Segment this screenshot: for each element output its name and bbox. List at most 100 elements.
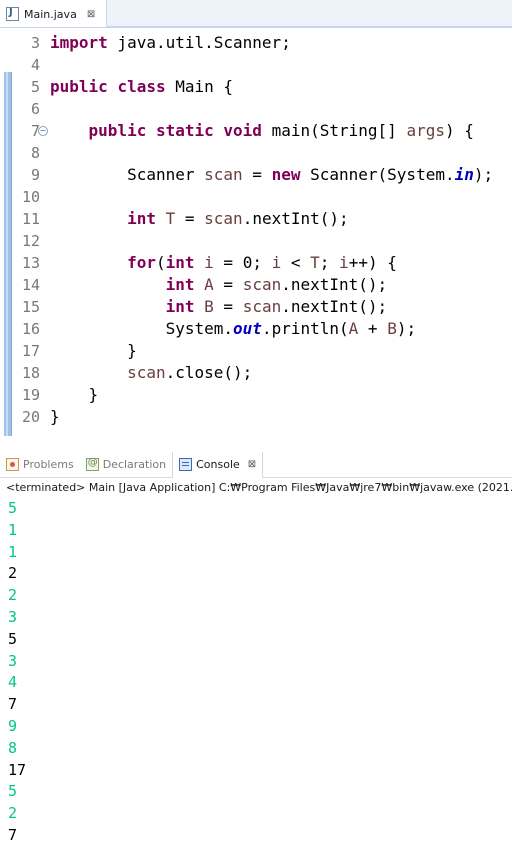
keyword-token: public — [50, 77, 108, 96]
console-output[interactable]: 5 1 1 2 2 3 5 3 4 7 9 8 17 5 2 7 — [0, 497, 512, 849]
code-line[interactable]: 4 — [0, 54, 512, 76]
code-line[interactable]: 3 import java.util.Scanner; — [0, 32, 512, 54]
line-number: 5 — [30, 78, 40, 96]
line-source: public class Main { — [50, 76, 233, 98]
code-line[interactable]: 14 int A = scan.nextInt(); — [0, 274, 512, 296]
code-line[interactable]: 17 } — [0, 340, 512, 362]
console-input-line: 8 — [8, 738, 18, 757]
line-number: 18 — [21, 364, 40, 382]
code-line[interactable]: 20} — [0, 406, 512, 428]
code-line[interactable]: 11 int T = scan.nextInt(); — [0, 208, 512, 230]
text-token: .close(); — [165, 363, 253, 382]
editor-tab-main-java[interactable]: Main.java ⊠ — [0, 0, 107, 28]
keyword-token: new — [271, 165, 301, 184]
tab-declaration[interactable]: Declaration — [80, 452, 172, 478]
text-token: = — [242, 165, 272, 184]
code-line[interactable]: 15 int B = scan.nextInt(); — [0, 296, 512, 318]
line-source: System.out.println(A + B); — [50, 318, 417, 340]
code-line[interactable]: 13 for(int i = 0; i < T; i++) { — [0, 252, 512, 274]
variable-token: B — [387, 319, 397, 338]
text-token: main(String[] — [261, 121, 407, 140]
code-line[interactable]: 5 public class Main { — [0, 76, 512, 98]
line-source: Scanner scan = new Scanner(System.in); — [50, 164, 493, 186]
code-line[interactable]: 12 — [0, 230, 512, 252]
line-source: for(int i = 0; i < T; i++) { — [50, 252, 397, 274]
text-token: .nextInt(); — [281, 275, 388, 294]
console-output-line: 7 — [8, 826, 18, 844]
console-status: <terminated> Main [Java Application] C:₩… — [6, 481, 512, 494]
tab-problems[interactable]: Problems — [0, 452, 80, 478]
tab-label: Console — [196, 458, 240, 471]
close-icon[interactable]: ⊠ — [248, 459, 256, 470]
line-number: 20 — [21, 408, 40, 426]
code-line[interactable]: 6 — [0, 98, 512, 120]
close-icon[interactable]: ⊠ — [87, 9, 95, 20]
variable-token: i — [271, 253, 282, 272]
console-input-line: 1 — [8, 542, 18, 561]
tab-label: Declaration — [102, 458, 167, 471]
tab-console[interactable]: Console ⊠ — [172, 451, 264, 478]
field-token: out — [233, 319, 262, 338]
text-token: < — [281, 253, 311, 272]
text-token: } — [50, 341, 137, 360]
line-number: 11 — [21, 210, 40, 228]
text-token: = — [213, 275, 243, 294]
line-number: 15 — [21, 298, 40, 316]
variable-token: scan — [242, 275, 282, 294]
tab-label: Problems — [23, 458, 74, 471]
variable-token: A — [348, 319, 359, 338]
text-token: java.util.Scanner; — [107, 33, 291, 52]
problems-icon — [6, 458, 19, 471]
line-number: 4 — [30, 56, 40, 74]
line-source: } — [50, 340, 137, 362]
code-line[interactable]: 10 — [0, 186, 512, 208]
code-line[interactable]: 9 Scanner scan = new Scanner(System.in); — [0, 164, 512, 186]
line-number: 7 — [30, 122, 40, 140]
text-token: = — [213, 297, 243, 316]
variable-token: scan — [204, 165, 243, 184]
console-input-line: 5 — [8, 782, 18, 801]
code-line[interactable]: 16 System.out.println(A + B); — [0, 318, 512, 340]
code-editor[interactable]: 3 import java.util.Scanner; 4 5 public class… — [0, 28, 512, 475]
code-line[interactable]: 18 scan.close(); — [0, 362, 512, 384]
declaration-icon — [85, 457, 99, 471]
console-input-line: 1 — [8, 520, 18, 539]
field-token: in — [454, 165, 474, 184]
line-number: 9 — [30, 166, 40, 184]
console-input-line: 3 — [8, 651, 18, 670]
code-line[interactable]: 8 — [0, 142, 512, 164]
text-token: = — [175, 209, 205, 228]
code-line[interactable]: 19 } — [0, 384, 512, 406]
variable-token: i — [339, 253, 349, 272]
variable-token: T — [310, 253, 320, 272]
console-input-line: 2 — [8, 804, 18, 823]
keyword-token: void — [223, 121, 262, 140]
text-token: + — [358, 319, 388, 338]
keyword-token: int — [165, 297, 195, 316]
console-output-line: 17 — [8, 760, 27, 779]
line-source: scan.close(); — [50, 362, 252, 384]
text-token: ( — [155, 253, 166, 272]
text-token: .println( — [261, 319, 349, 338]
code-line[interactable]: 7− public static void main(String[] args… — [0, 120, 512, 142]
text-token: System. — [50, 319, 234, 338]
text-token: ) { — [444, 121, 474, 140]
text-token: ); — [396, 319, 417, 338]
text-token: ; — [319, 253, 340, 272]
line-number: 14 — [21, 276, 40, 294]
variable-token: scan — [242, 297, 282, 316]
text-token: } — [50, 407, 60, 426]
fold-toggle-icon[interactable]: − — [38, 126, 48, 136]
line-number: 17 — [21, 342, 40, 360]
console-input-line: 3 — [8, 608, 18, 626]
console-input-line: 9 — [8, 717, 18, 735]
console-output-line: 5 — [8, 629, 18, 648]
